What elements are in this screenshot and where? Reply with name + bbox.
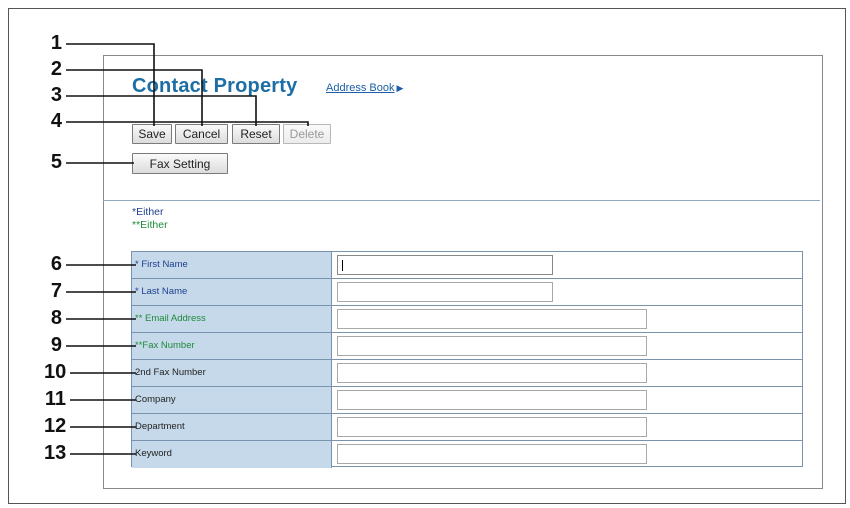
callout-line-1: [66, 43, 155, 126]
callout-5: 5: [50, 151, 62, 173]
callout-6: 6: [50, 253, 62, 275]
callout-2: 2: [50, 58, 62, 80]
callout-3: 3: [50, 84, 62, 106]
callout-line-2: [66, 69, 203, 126]
callout-11: 11: [44, 388, 66, 410]
callout-9: 9: [50, 334, 62, 356]
callout-10: 10: [44, 361, 67, 383]
callout-8: 8: [50, 307, 62, 329]
callout-13: 13: [44, 442, 67, 464]
callout-1: 1: [50, 32, 62, 54]
callout-7: 7: [50, 280, 62, 302]
callout-4: 4: [50, 110, 62, 132]
callout-lines: [66, 43, 309, 455]
callout-12: 12: [44, 415, 67, 437]
callout-line-4: [66, 121, 309, 126]
